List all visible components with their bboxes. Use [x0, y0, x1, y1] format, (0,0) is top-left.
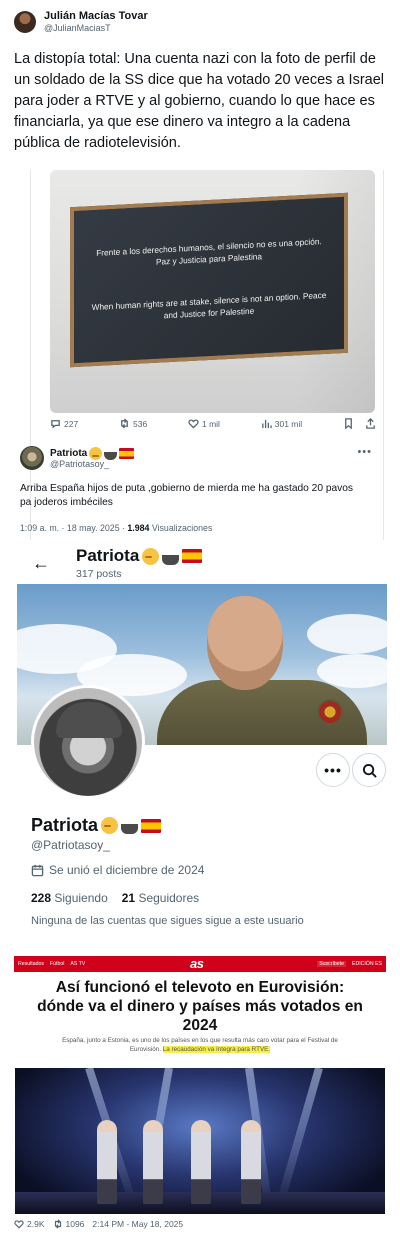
- as-article-title[interactable]: Así funcionó el televoto en Eurovisión: …: [36, 978, 364, 1035]
- bottom-like[interactable]: 2.9K: [14, 1219, 45, 1229]
- tv-frame: Frente a los derechos humanos, el silenc…: [70, 192, 348, 368]
- followers-link[interactable]: 21 Seguidores: [122, 891, 199, 905]
- bookmark-icon[interactable]: [343, 418, 354, 429]
- more-icon[interactable]: •••: [357, 446, 372, 458]
- like-icon: [14, 1220, 24, 1229]
- following-link[interactable]: 228 Siguiendo: [31, 891, 108, 905]
- as-logo[interactable]: as: [190, 956, 204, 972]
- views-icon: [261, 419, 272, 429]
- profile-screenshot: ← Patriota 317 posts ••• Patriota @Patri…: [17, 543, 387, 938]
- search-icon: [362, 763, 377, 778]
- helmet-shape: [56, 702, 122, 738]
- reply-action[interactable]: 227: [50, 418, 78, 429]
- profile-avatar[interactable]: [31, 685, 145, 799]
- performer-figure: [143, 1120, 163, 1204]
- tweet-bottom-metrics: 2.9K 1096 2:14 PM - May 18, 2025: [14, 1219, 183, 1229]
- as-topbar-right: Suscríbete EDICIÓN ES: [317, 961, 382, 967]
- as-subscribe-button[interactable]: Suscríbete: [317, 961, 347, 967]
- light-beam: [274, 1068, 323, 1210]
- author-avatar[interactable]: [14, 11, 36, 33]
- eagle-emoji-icon: [121, 817, 139, 834]
- followers-count: 21: [121, 891, 136, 905]
- face-emoji-icon: [142, 547, 160, 565]
- tweet-text: La distopía total: Una cuenta nazi con l…: [14, 51, 385, 151]
- followers-label: Seguidores: [135, 891, 200, 905]
- tv-text-english: When human rights are at stake, silence …: [91, 289, 327, 320]
- mutual-followers-note: Ninguna de las cuentas que sigues sigue …: [31, 915, 304, 927]
- spain-flag-icon: [119, 448, 135, 459]
- views-action[interactable]: 301 mil: [261, 418, 302, 429]
- calendar-icon: [31, 864, 44, 876]
- tv-text-spanish: Frente a los derechos humanos, el silenc…: [96, 236, 322, 267]
- bottom-retweet-count: 1096: [65, 1219, 85, 1229]
- reply-icon: [51, 420, 60, 429]
- like-icon: [188, 419, 199, 429]
- profile-header-name: Patriota: [76, 546, 203, 566]
- performer-figure: [241, 1120, 261, 1204]
- reply-time[interactable]: 1:09 a. m. · 18 may. 2025 ·: [20, 523, 127, 533]
- as-article-screenshot: Resultados Fútbol AS TV as Suscríbete ED…: [14, 956, 386, 1216]
- profile-display-name: Patriota: [31, 815, 162, 836]
- more-options-button[interactable]: •••: [316, 753, 350, 787]
- eagle-emoji-icon: [162, 547, 180, 565]
- performer-figure: [191, 1120, 211, 1204]
- reply-handle[interactable]: @Patriotasoy_: [50, 459, 109, 469]
- as-lead-highlight: La recaudación va íntegra para RTVE.: [162, 1046, 271, 1053]
- profile-joined: Se unió el diciembre de 2024: [31, 863, 204, 877]
- following-label: Siguiendo: [51, 891, 108, 905]
- author-handle[interactable]: @JulianMaciasT: [44, 22, 148, 34]
- as-article-lead: España, junto a Estonia, es uno de los p…: [48, 1036, 352, 1054]
- banner-figure-face: [207, 596, 283, 690]
- as-nav-item[interactable]: Fútbol: [50, 961, 64, 967]
- tweet-header: Julián Macías Tovar @JulianMaciasT: [14, 10, 148, 34]
- cloud-shape: [307, 614, 387, 654]
- author-name[interactable]: Julián Macías Tovar: [44, 10, 148, 22]
- tv-screen-photo[interactable]: Frente a los derechos humanos, el silenc…: [50, 170, 375, 413]
- like-action[interactable]: 1 mil: [188, 418, 220, 429]
- author-info: Julián Macías Tovar @JulianMaciasT: [44, 10, 148, 34]
- search-button[interactable]: [352, 753, 386, 787]
- retweet-count: 536: [133, 418, 148, 429]
- retweet-icon: [54, 1219, 61, 1229]
- following-count: 228: [31, 891, 52, 905]
- bottom-like-count: 2.9K: [27, 1219, 45, 1229]
- profile-post-count: 317 posts: [76, 568, 122, 580]
- profile-follow-stats: 228 Siguiendo 21 Seguidores: [31, 891, 199, 905]
- as-nav-item[interactable]: AS TV: [70, 961, 85, 967]
- views-count: 301 mil: [274, 418, 303, 429]
- reply-views-label: Visualizaciones: [149, 523, 213, 533]
- tv-display: Frente a los derechos humanos, el silenc…: [74, 196, 344, 364]
- reply-avatar[interactable]: [20, 446, 44, 470]
- profile-joined-text: Se unió el diciembre de 2024: [49, 863, 205, 877]
- profile-display-name-text: Patriota: [31, 815, 99, 835]
- spain-flag-icon: [141, 818, 162, 833]
- spain-flag-icon: [182, 549, 203, 563]
- reply-author-name: Patriota: [50, 448, 88, 459]
- like-count: 1 mil: [202, 418, 220, 429]
- embedded-action-bar: 227 536 1 mil 301 mil: [50, 418, 376, 429]
- bookmark-share-group: [343, 418, 376, 429]
- reply-text: Arriba España hijos de puta ,gobierno de…: [20, 483, 354, 508]
- back-arrow-icon[interactable]: ←: [32, 553, 50, 574]
- as-edition-selector[interactable]: EDICIÓN ES: [352, 961, 382, 967]
- retweet-action[interactable]: 536: [119, 418, 147, 429]
- face-emoji-icon: [101, 817, 119, 834]
- share-icon[interactable]: [365, 418, 376, 429]
- bottom-timestamp[interactable]: 2:14 PM - May 18, 2025: [92, 1219, 183, 1229]
- medal-shape: [317, 699, 343, 725]
- reply-meta: 1:09 a. m. · 18 may. 2025 · 1.984 Visual…: [20, 523, 212, 533]
- bottom-retweet[interactable]: 1096: [53, 1219, 85, 1229]
- profile-header-name-text: Patriota: [76, 546, 140, 565]
- as-topbar: Resultados Fútbol AS TV as Suscríbete ED…: [14, 956, 386, 972]
- profile-handle: @Patriotasoy_: [31, 838, 110, 852]
- reply-views-count: 1.984: [127, 523, 150, 533]
- as-nav-item[interactable]: Resultados: [18, 961, 44, 967]
- reply-count: 227: [64, 418, 79, 429]
- eurovision-stage-photo[interactable]: [15, 1068, 385, 1214]
- retweet-icon: [121, 418, 128, 429]
- performer-figure: [97, 1120, 117, 1204]
- as-nav: Resultados Fútbol AS TV: [18, 961, 85, 967]
